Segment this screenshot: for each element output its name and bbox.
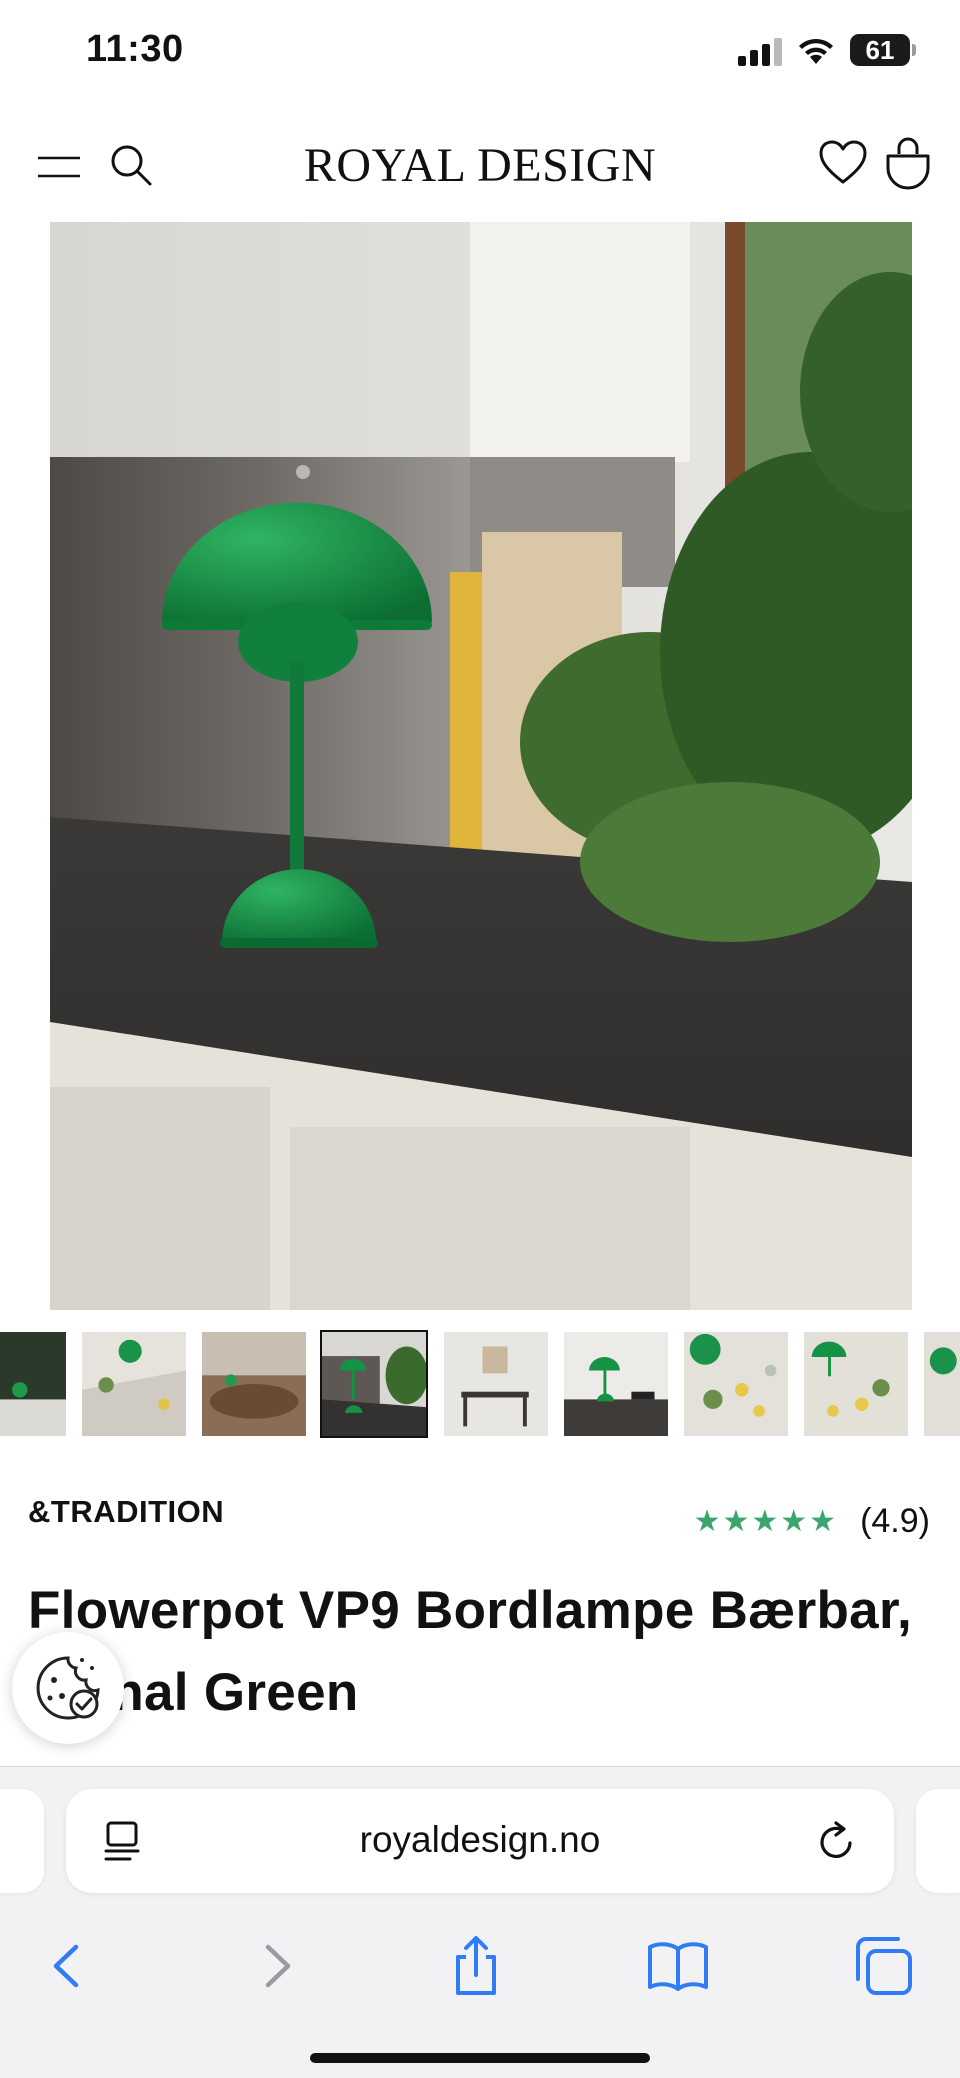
thumbnail[interactable] [442,1330,550,1438]
cookie-icon [36,1656,100,1720]
safari-bottom-toolbar [0,1917,960,2007]
browser-toolbar: royaldesign.no [0,1766,960,2078]
share-button[interactable] [444,1935,508,1997]
back-button[interactable] [36,1935,100,1997]
thumbnail[interactable] [562,1330,670,1438]
status-bar: 11:30 61 [0,0,960,110]
home-indicator [310,2053,650,2063]
product-title: Flowerpot VP9 Bordlampe Bærbar, Signal G… [28,1581,912,1722]
thumbnail[interactable] [80,1330,188,1438]
next-tab-preview[interactable] [916,1789,960,1893]
battery-percentage: 61 [865,35,895,65]
status-time: 11:30 [86,28,184,70]
thumbnail[interactable] [200,1330,308,1438]
brand-logo[interactable]: ROYAL DESIGN [0,138,960,193]
tabs-button[interactable] [852,1935,916,1997]
share-icon [456,1936,496,1995]
forward-button[interactable] [244,1935,308,1997]
site-header: ROYAL DESIGN [0,110,960,222]
product-hero-image[interactable] [50,222,912,1310]
thumbnail-active[interactable] [320,1330,428,1438]
cellular-signal-icon [738,38,782,66]
cookie-settings-button[interactable] [12,1632,124,1744]
thumbnail-strip[interactable] [0,1330,960,1440]
url-text[interactable]: royaldesign.no [66,1819,894,1861]
heart-icon[interactable] [818,138,868,188]
lamp-photo-illustration [50,222,912,1310]
rating-stars: ★★★★★ [693,1505,839,1538]
tabs-icon [856,1937,912,1995]
bag-icon[interactable] [884,136,932,190]
product-brand[interactable]: &TRADITION [28,1494,224,1530]
battery-indicator: 61 [850,34,916,66]
product-rating[interactable]: ★★★★★ (4.9) [694,1502,930,1541]
wifi-icon [799,38,833,64]
bookmarks-icon [648,1942,708,1991]
reload-icon[interactable] [816,1819,858,1863]
forward-icon [265,1944,291,1988]
previous-tab-preview[interactable] [0,1789,44,1893]
thumbnail[interactable] [682,1330,790,1438]
thumbnail[interactable] [0,1330,68,1438]
back-icon [53,1944,79,1988]
rating-value: (4.9) [860,1502,930,1540]
bookmarks-button[interactable] [646,1935,710,1997]
address-bar[interactable]: royaldesign.no [66,1789,894,1893]
thumbnail[interactable] [802,1330,910,1438]
thumbnail[interactable] [922,1330,960,1438]
